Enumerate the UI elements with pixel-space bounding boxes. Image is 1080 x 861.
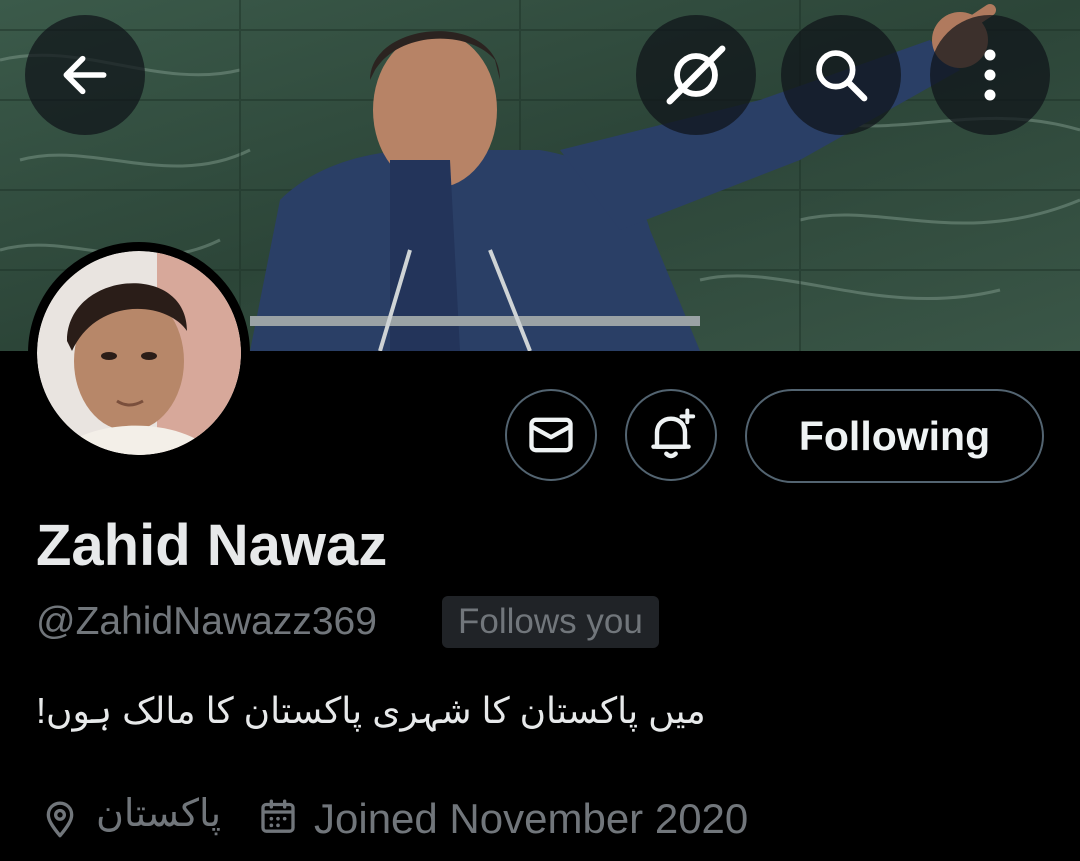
more-options-button[interactable] xyxy=(930,15,1050,135)
join-date: Joined November 2020 xyxy=(314,795,749,842)
search-button[interactable] xyxy=(781,15,901,135)
avatar-image xyxy=(37,251,241,455)
profile-bio: میں پاکستان کا شہری پاکستان کا مالک ہوں! xyxy=(36,690,706,731)
profile-avatar[interactable] xyxy=(28,242,250,464)
arrow-left-icon xyxy=(63,55,107,95)
follows-you-badge: Follows you xyxy=(442,596,659,648)
back-button[interactable] xyxy=(25,15,145,135)
calendar-icon xyxy=(261,799,295,833)
bell-plus-icon xyxy=(651,408,696,459)
location-pin-icon xyxy=(46,801,74,838)
message-button[interactable] xyxy=(505,389,597,481)
grok-button[interactable] xyxy=(636,15,756,135)
profile-location: پاکستان xyxy=(96,793,222,835)
username-handle: @ZahidNawazz369 xyxy=(36,600,377,643)
notifications-button[interactable] xyxy=(625,389,717,481)
more-vertical-icon xyxy=(984,49,996,101)
search-icon xyxy=(816,50,868,102)
following-button[interactable]: Following xyxy=(745,389,1044,483)
mail-icon xyxy=(529,417,573,453)
display-name: Zahid Nawaz xyxy=(36,513,388,578)
grok-icon xyxy=(666,45,726,105)
